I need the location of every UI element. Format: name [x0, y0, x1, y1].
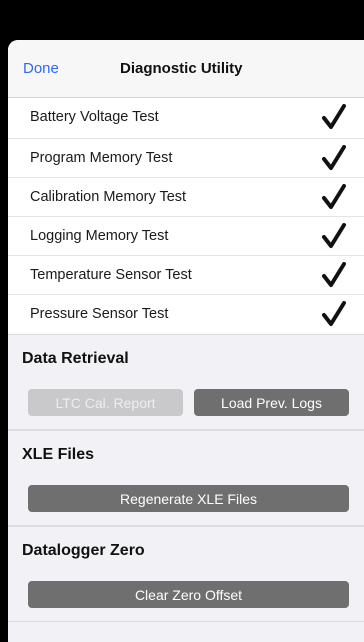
checkmark-icon [322, 184, 346, 209]
test-label: Temperature Sensor Test [30, 267, 192, 283]
test-label: Program Memory Test [30, 150, 173, 166]
load-prev-logs-button[interactable]: Load Prev. Logs [194, 389, 349, 416]
done-button[interactable]: Done [23, 60, 59, 77]
test-row: Calibration Memory Test [8, 178, 364, 217]
section-title: Data Retrieval [22, 350, 129, 367]
test-label: Battery Voltage Test [30, 109, 159, 125]
datalogger-zero-header: Datalogger Zero [8, 526, 364, 574]
data-retrieval-buttons: LTC Cal. Report Load Prev. Logs [8, 382, 364, 430]
ltc-cal-report-button: LTC Cal. Report [28, 389, 183, 416]
clear-zero-offset-button[interactable]: Clear Zero Offset [28, 581, 349, 608]
test-label: Logging Memory Test [30, 228, 169, 244]
data-retrieval-header: Data Retrieval [8, 334, 364, 382]
test-row: Battery Voltage Test [8, 98, 364, 139]
checkmark-icon [322, 223, 346, 248]
test-row: Temperature Sensor Test [8, 256, 364, 295]
section-title: Datalogger Zero [22, 542, 145, 559]
test-label: Pressure Sensor Test [30, 306, 169, 322]
test-row: Logging Memory Test [8, 217, 364, 256]
checkmark-icon [322, 104, 346, 129]
test-row: Program Memory Test [8, 139, 364, 178]
checkmark-icon [322, 262, 346, 287]
navigation-bar: Done Diagnostic Utility [8, 40, 364, 98]
test-label: Calibration Memory Test [30, 189, 187, 205]
section-title: XLE Files [22, 446, 95, 463]
test-list: Battery Voltage Test Program Memory Test… [8, 98, 364, 334]
test-row: Pressure Sensor Test [8, 295, 364, 334]
page-title: Diagnostic Utility [120, 60, 243, 77]
xle-files-buttons: Regenerate XLE Files [8, 478, 364, 526]
regenerate-xle-button[interactable]: Regenerate XLE Files [28, 485, 349, 512]
checkmark-icon [322, 145, 346, 170]
datalogger-zero-buttons: Clear Zero Offset [8, 574, 364, 622]
xle-files-header: XLE Files [8, 430, 364, 478]
checkmark-icon [322, 301, 346, 326]
diagnostic-sheet: Done Diagnostic Utility Battery Voltage … [8, 40, 364, 642]
